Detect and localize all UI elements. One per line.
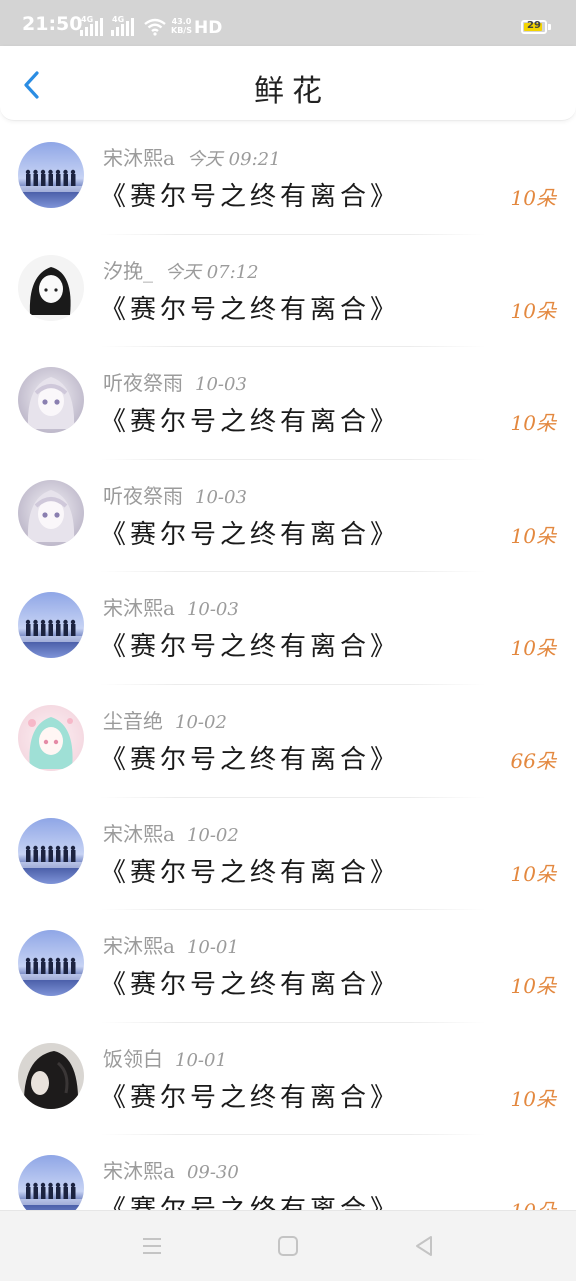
list-item[interactable]: 宋沐熙a 今天 09:21 《赛尔号之终有离合》 10朵: [0, 122, 576, 235]
topic-title[interactable]: 《赛尔号之终有离合》: [100, 1077, 400, 1114]
username[interactable]: 宋沐熙a: [103, 146, 175, 170]
item-meta: 汐挽_ 今天 07:12: [103, 255, 259, 284]
group-photo-avatar[interactable]: [18, 817, 84, 884]
username[interactable]: 宋沐熙a: [103, 934, 175, 958]
flower-count: 66朵: [510, 748, 556, 773]
username[interactable]: 宋沐熙a: [103, 822, 175, 846]
menu-icon[interactable]: [137, 1231, 167, 1261]
timestamp: 今天 09:21: [186, 149, 281, 170]
group-photo-avatar[interactable]: [18, 142, 84, 208]
cell-signal-icon: [80, 18, 103, 36]
list-item[interactable]: 尘音绝 10-02 《赛尔号之终有离合》 66朵: [0, 685, 576, 798]
anime-girl-teal-hair-avatar[interactable]: [18, 704, 84, 771]
flower-count: 10朵: [510, 523, 556, 548]
username[interactable]: 尘音绝: [103, 709, 163, 733]
timestamp: 09-30: [186, 1162, 239, 1184]
username[interactable]: 饭领白: [103, 1047, 163, 1071]
flower-gift-list[interactable]: 宋沐熙a 今天 09:21 《赛尔号之终有离合》 10朵 汐挽_ 今天 07:12 …: [0, 122, 576, 1210]
timestamp: 10-03: [195, 374, 247, 396]
item-meta: 尘音绝 10-02: [103, 705, 227, 734]
topic-title[interactable]: 《赛尔号之终有离合》: [100, 401, 400, 438]
network-speed: 43.0 KB/S: [171, 17, 192, 35]
cell-signal-icon-2: [111, 18, 134, 36]
timestamp: 今天 07:12: [165, 261, 259, 283]
topic-title[interactable]: 《赛尔号之终有离合》: [100, 739, 400, 776]
timestamp: 10-01: [186, 937, 239, 959]
anime-girl-white-hair-avatar[interactable]: [18, 479, 84, 546]
item-meta: 听夜祭雨 10-03: [103, 367, 247, 396]
username[interactable]: 汐挽_: [103, 259, 153, 283]
topic-title[interactable]: 《赛尔号之终有离合》: [100, 289, 400, 326]
group-photo-avatar[interactable]: [18, 930, 84, 997]
flower-count: 10朵: [510, 1086, 556, 1111]
flower-count: 10朵: [510, 298, 556, 323]
username[interactable]: 宋沐熙a: [103, 1159, 175, 1183]
anime-girl-white-hair-avatar[interactable]: [18, 367, 84, 434]
username[interactable]: 听夜祭雨: [103, 371, 183, 395]
topic-title[interactable]: 《赛尔号之终有离合》: [100, 626, 400, 663]
app-header: 鲜花: [0, 46, 576, 121]
flower-count: 10朵: [511, 1195, 556, 1210]
system-nav-bar: [0, 1210, 576, 1281]
item-meta: 宋沐熙a 今天 09:21: [103, 142, 281, 171]
group-photo-avatar[interactable]: [18, 1155, 84, 1210]
flower-count: 10朵: [510, 974, 556, 999]
hd-label: HD: [194, 18, 223, 38]
battery-level: 29: [527, 20, 541, 31]
timestamp: 10-02: [175, 711, 227, 733]
item-meta: 饭领白 10-01: [103, 1043, 227, 1072]
network-speed-unit: KB/S: [171, 26, 192, 35]
home-square-icon[interactable]: [273, 1231, 303, 1261]
item-meta: 宋沐熙a 10-01: [103, 930, 239, 959]
back-triangle-icon[interactable]: [409, 1231, 439, 1261]
dark-hair-girl-avatar[interactable]: [18, 1042, 84, 1109]
flower-count: 10朵: [510, 861, 556, 886]
flower-count: 10朵: [510, 636, 556, 661]
topic-title[interactable]: 《赛尔号之终有离合》: [100, 852, 400, 889]
status-time: 21:50: [22, 13, 83, 35]
topic-title[interactable]: 《赛尔号之终有离合》: [100, 964, 400, 1001]
timestamp: 10-01: [175, 1049, 227, 1071]
list-item[interactable]: 宋沐熙a 10-02 《赛尔号之终有离合》 10朵: [0, 798, 576, 911]
battery-icon: 29: [521, 20, 547, 34]
list-item[interactable]: 汐挽_ 今天 07:12 《赛尔号之终有离合》 10朵: [0, 235, 576, 348]
wifi-icon: [144, 18, 166, 36]
timestamp: 10-03: [186, 599, 239, 621]
timestamp: 10-03: [195, 486, 247, 508]
item-meta: 宋沐熙a 09-30: [103, 1155, 239, 1184]
battery-cap: [548, 24, 551, 30]
username[interactable]: 听夜祭雨: [103, 484, 183, 508]
anime-girl-dark-avatar[interactable]: [18, 254, 84, 321]
timestamp: 10-02: [186, 824, 239, 846]
topic-title[interactable]: 《赛尔号之终有离合》: [100, 514, 400, 551]
flower-count: 10朵: [510, 411, 556, 436]
item-meta: 宋沐熙a 10-03: [103, 592, 239, 621]
item-meta: 听夜祭雨 10-03: [103, 480, 247, 509]
list-item[interactable]: 听夜祭雨 10-03 《赛尔号之终有离合》 10朵: [0, 460, 576, 573]
username[interactable]: 宋沐熙a: [103, 596, 175, 620]
item-meta: 宋沐熙a 10-02: [103, 818, 239, 847]
flower-count: 10朵: [510, 186, 556, 210]
page-title: 鲜花: [254, 74, 330, 109]
list-item[interactable]: 宋沐熙a 10-01 《赛尔号之终有离合》 10朵: [0, 910, 576, 1023]
list-item[interactable]: 饭领白 10-01 《赛尔号之终有离合》 10朵: [0, 1023, 576, 1136]
topic-title[interactable]: 《赛尔号之终有离合》: [100, 176, 400, 213]
list-item[interactable]: 听夜祭雨 10-03 《赛尔号之终有离合》 10朵: [0, 347, 576, 460]
network-speed-value: 43.0: [171, 17, 192, 26]
group-photo-avatar[interactable]: [18, 592, 84, 659]
topic-title[interactable]: 《赛尔号之终有离合》: [100, 1189, 400, 1210]
list-item[interactable]: 宋沐熙a 09-30 《赛尔号之终有离合》 10朵: [0, 1135, 576, 1210]
list-item[interactable]: 宋沐熙a 10-03 《赛尔号之终有离合》 10朵: [0, 572, 576, 685]
status-bar: 21:50 4G 4G 43.0 KB/S HD 29: [0, 0, 576, 46]
